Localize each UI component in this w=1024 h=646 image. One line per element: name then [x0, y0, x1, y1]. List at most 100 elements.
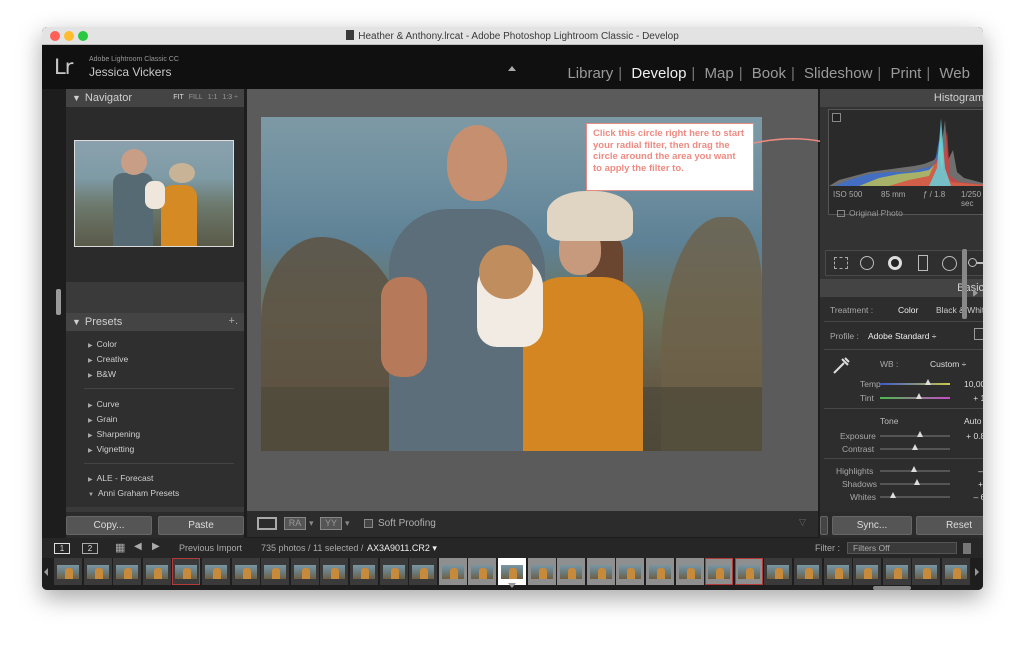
- filmstrip-thumbnail[interactable]: [261, 558, 290, 585]
- original-photo-toggle[interactable]: Original Photo: [837, 208, 903, 218]
- radial-filter-icon[interactable]: [942, 256, 957, 271]
- preset-group-bw[interactable]: ▶ B&W: [88, 369, 116, 379]
- before-after-ra-button[interactable]: RA: [284, 517, 306, 530]
- whites-value[interactable]: – 67: [950, 492, 983, 502]
- filmstrip-thumbnail[interactable]: [823, 558, 852, 585]
- filmstrip-thumbnail[interactable]: [320, 558, 349, 585]
- preset-group-curve[interactable]: ▶ Curve: [88, 399, 119, 409]
- module-develop[interactable]: Develop: [628, 65, 689, 82]
- filmstrip-thumbnail[interactable]: [734, 558, 763, 585]
- filmstrip-thumbnail[interactable]: [202, 558, 230, 585]
- filmstrip-thumbnail[interactable]: [409, 558, 438, 585]
- preset-group-ale-forecast[interactable]: ▶ ALE - Forecast: [88, 473, 153, 483]
- filmstrip-thumbnail[interactable]: [616, 558, 645, 585]
- secondary-window-button[interactable]: 2: [82, 543, 98, 554]
- preset-group-sharpening[interactable]: ▶ Sharpening: [88, 429, 140, 439]
- sync-button[interactable]: Sync...: [832, 516, 912, 535]
- module-book[interactable]: Book: [749, 65, 789, 82]
- shadows-slider-thumb[interactable]: [914, 479, 921, 485]
- highlights-value[interactable]: – 2: [950, 466, 983, 476]
- filmstrip-scrollbar[interactable]: [873, 586, 911, 590]
- red-eye-icon[interactable]: [888, 256, 902, 270]
- filmstrip-thumbnail[interactable]: [646, 558, 674, 585]
- paste-settings-button[interactable]: Paste: [158, 516, 244, 535]
- filmstrip-thumbnail[interactable]: [853, 558, 882, 585]
- filmstrip-thumbnail[interactable]: [586, 558, 615, 585]
- filmstrip-thumbnail[interactable]: [438, 558, 467, 585]
- filmstrip-thumbnail[interactable]: [527, 558, 556, 585]
- preset-group-grain[interactable]: ▶ Grain: [88, 414, 117, 424]
- hide-header-arrow-icon[interactable]: [508, 66, 516, 71]
- preset-group-color[interactable]: ▶ Color: [88, 339, 117, 349]
- toolbar-menu-icon[interactable]: ▽: [799, 517, 806, 528]
- back-arrow-icon[interactable]: ◀: [134, 541, 142, 552]
- contrast-value[interactable]: 0: [950, 444, 983, 454]
- primary-window-button[interactable]: 1: [54, 543, 70, 554]
- treatment-bw-button[interactable]: Black & White: [936, 305, 983, 315]
- crop-overlay-icon[interactable]: [834, 257, 848, 269]
- filmstrip-thumbnail[interactable]: [172, 558, 201, 585]
- left-panel-toggle[interactable]: [56, 289, 61, 315]
- graduated-filter-icon[interactable]: [918, 255, 928, 271]
- zoom-1-3[interactable]: 1:3 ÷: [222, 94, 238, 101]
- temp-slider-thumb[interactable]: [924, 379, 931, 385]
- add-preset-icon[interactable]: +.: [229, 315, 238, 327]
- auto-tone-button[interactable]: Auto: [964, 416, 982, 426]
- spot-removal-icon[interactable]: [860, 256, 874, 270]
- treatment-color-button[interactable]: Color: [898, 305, 918, 315]
- filmstrip-thumbnail[interactable]: [113, 558, 142, 585]
- dropdown-arrow-icon[interactable]: ▾: [309, 518, 314, 529]
- highlights-slider-thumb[interactable]: [911, 466, 918, 472]
- selected-filename[interactable]: AX3A9011.CR2 ▾: [367, 543, 437, 554]
- temp-slider-track[interactable]: [880, 383, 950, 385]
- filmstrip-thumbnail[interactable]: [557, 558, 586, 585]
- filmstrip-thumbnail[interactable]: [942, 558, 970, 585]
- module-print[interactable]: Print: [888, 65, 925, 82]
- right-panel-toggle-icon[interactable]: [973, 289, 978, 297]
- filmstrip-scroll-left-icon[interactable]: [44, 568, 48, 576]
- exposure-value[interactable]: + 0.85: [950, 431, 983, 441]
- hide-filmstrip-arrow-icon[interactable]: [508, 583, 516, 588]
- filmstrip-thumbnail[interactable]: [498, 558, 526, 585]
- temp-value[interactable]: 10,000: [950, 379, 983, 389]
- soft-proofing-checkbox[interactable]: [364, 519, 373, 528]
- filmstrip-thumbnail[interactable]: [912, 558, 941, 585]
- grid-view-icon[interactable]: ▦: [115, 541, 125, 554]
- basic-header[interactable]: Basic ▼: [820, 279, 983, 297]
- preset-group-vignetting[interactable]: ▶ Vignetting: [88, 444, 134, 454]
- filmstrip-thumbnail[interactable]: [290, 558, 319, 585]
- whites-slider-thumb[interactable]: [889, 492, 896, 498]
- filmstrip-thumbnail[interactable]: [675, 558, 704, 585]
- filmstrip-source[interactable]: Previous Import: [179, 543, 242, 553]
- forward-arrow-icon[interactable]: ▶: [152, 541, 160, 552]
- exposure-slider-thumb[interactable]: [916, 431, 923, 437]
- shadows-value[interactable]: + 6: [950, 479, 983, 489]
- reset-button[interactable]: Reset: [916, 516, 983, 535]
- filmstrip-thumbnail[interactable]: [231, 558, 260, 585]
- loupe-view-icon[interactable]: [257, 517, 277, 530]
- right-panel-scrollbar[interactable]: [962, 249, 967, 319]
- filmstrip-thumbnail[interactable]: [350, 558, 378, 585]
- filmstrip-thumbnail[interactable]: [705, 558, 734, 585]
- profile-select[interactable]: Adobe Standard ÷: [868, 331, 936, 341]
- white-balance-eyedropper-icon[interactable]: [830, 353, 854, 377]
- tint-value[interactable]: + 12: [950, 393, 983, 403]
- navigator-header[interactable]: ▼ Navigator FIT FILL 1:1 1:3 ÷: [66, 89, 244, 107]
- dropdown-arrow-icon[interactable]: ▾: [345, 518, 350, 529]
- copy-settings-button[interactable]: Copy...: [66, 516, 152, 535]
- histogram[interactable]: ISO 500 85 mm ƒ / 1.8 1/250 sec Original…: [828, 109, 983, 218]
- filmstrip-thumbnail[interactable]: [379, 558, 408, 585]
- profile-browser-icon[interactable]: [974, 328, 983, 340]
- wb-select[interactable]: Custom ÷: [930, 359, 966, 369]
- zoom-fill[interactable]: FILL: [189, 94, 203, 101]
- filter-lock-icon[interactable]: [963, 543, 971, 554]
- module-web[interactable]: Web: [936, 65, 973, 82]
- presets-header[interactable]: ▼ Presets +.: [66, 313, 244, 331]
- before-after-yy-button[interactable]: YY: [320, 517, 342, 530]
- filmstrip-scroll-right-icon[interactable]: [975, 568, 979, 576]
- zoom-fit[interactable]: FIT: [173, 94, 184, 101]
- filmstrip-thumbnail[interactable]: [83, 558, 112, 585]
- tint-slider-thumb[interactable]: [915, 393, 922, 399]
- module-slideshow[interactable]: Slideshow: [801, 65, 875, 82]
- exposure-slider-track[interactable]: [880, 435, 950, 437]
